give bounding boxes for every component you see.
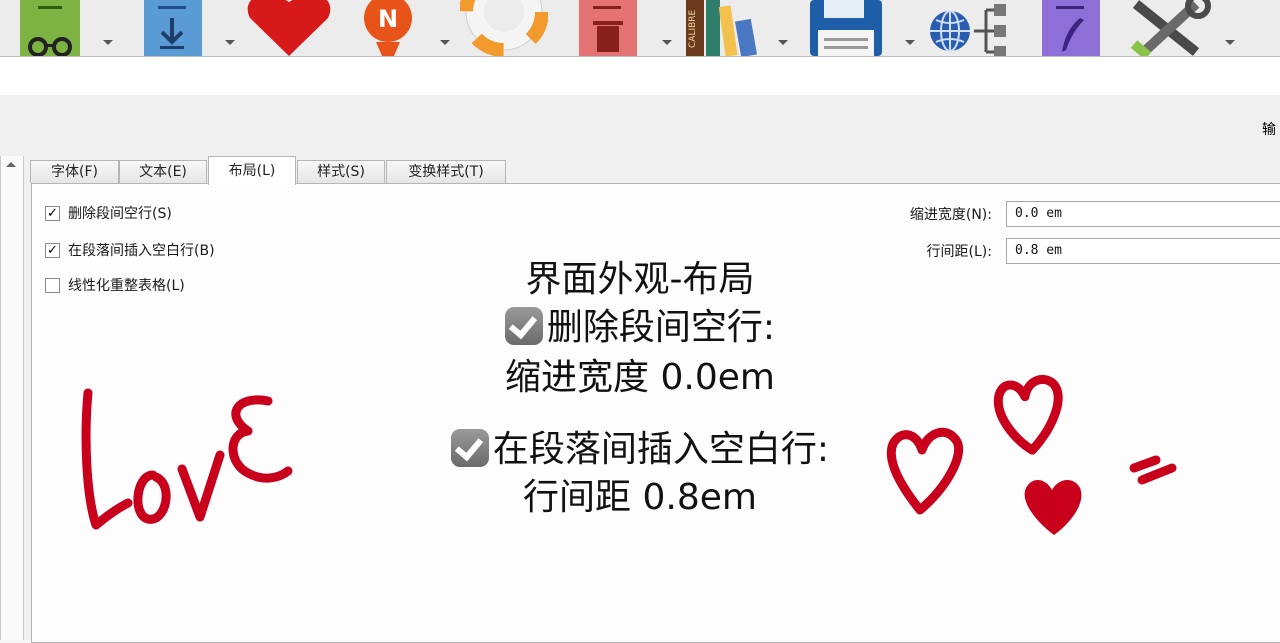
linearize-tables-checkbox[interactable]: [45, 277, 60, 293]
overlay-line-2: 缩进宽度 0.0em: [505, 357, 775, 398]
line-spacing-input[interactable]: 0.8 em: [1006, 238, 1280, 264]
overlay-line-3: 在段落间插入空白行:: [330, 420, 950, 472]
insert-blank-line-checkbox[interactable]: ✓: [45, 242, 60, 258]
tab-layout[interactable]: 布局(L): [208, 156, 296, 185]
connect-share-icon[interactable]: [924, 0, 1020, 56]
scroll-up-arrow-icon[interactable]: [6, 162, 16, 167]
love-sticker: [78, 385, 298, 535]
output-format-label: 输: [1262, 122, 1276, 138]
main-toolbar: N CALIBRE: [0, 0, 1280, 60]
news-badge-icon[interactable]: N: [356, 0, 420, 56]
remove-blank-lines-label: 删除段间空行(S): [68, 206, 172, 222]
insert-blank-line-option[interactable]: ✓ 在段落间插入空白行(B): [45, 240, 215, 260]
tab-text[interactable]: 文本(E): [119, 160, 207, 183]
linearize-tables-option[interactable]: 线性化重整表格(L): [45, 275, 185, 295]
insert-blank-line-label: 在段落间插入空白行(B): [68, 243, 215, 259]
overlay-line-3-text: 在段落间插入空白行:: [492, 429, 830, 470]
edit-metadata-icon[interactable]: [1040, 0, 1102, 56]
favorite-heart-icon[interactable]: [244, 0, 334, 56]
overlay-line-4: 行间距 0.8em: [523, 477, 757, 518]
view-book-icon[interactable]: [18, 0, 82, 57]
calibre-spine-text: CALIBRE: [688, 9, 698, 48]
remove-blank-lines-option[interactable]: ✓ 删除段间空行(S): [45, 203, 172, 223]
checkmark-icon: [504, 307, 543, 345]
preferences-tools-icon[interactable]: [1126, 0, 1216, 60]
overlay-line-1-text: 删除段间空行:: [546, 307, 776, 348]
linearize-tables-label: 线性化重整表格(L): [68, 278, 185, 294]
library-books-icon[interactable]: CALIBRE: [684, 0, 766, 58]
overlay-title: 界面外观-布局: [525, 259, 755, 300]
save-to-disk-icon[interactable]: [810, 0, 882, 56]
left-scrollbar[interactable]: [0, 156, 24, 640]
indent-width-label: 缩进宽度(N):: [909, 207, 992, 223]
indent-width-input[interactable]: 0.0 em: [1006, 201, 1280, 227]
help-lifebuoy-icon[interactable]: [459, 0, 549, 57]
remove-blank-lines-checkbox[interactable]: ✓: [45, 205, 60, 221]
hearts-sticker: [884, 370, 1184, 540]
remove-books-icon[interactable]: [577, 0, 639, 56]
tab-style[interactable]: 样式(S): [297, 160, 385, 183]
tab-transform-style[interactable]: 变换样式(T): [386, 160, 506, 183]
overlay-line-1: 删除段间空行:: [330, 298, 950, 350]
window-header-area: [0, 57, 1280, 95]
checkmark-icon: [450, 429, 489, 467]
svg-text:N: N: [378, 5, 398, 33]
add-books-icon[interactable]: [142, 0, 204, 56]
tab-font[interactable]: 字体(F): [30, 160, 119, 183]
